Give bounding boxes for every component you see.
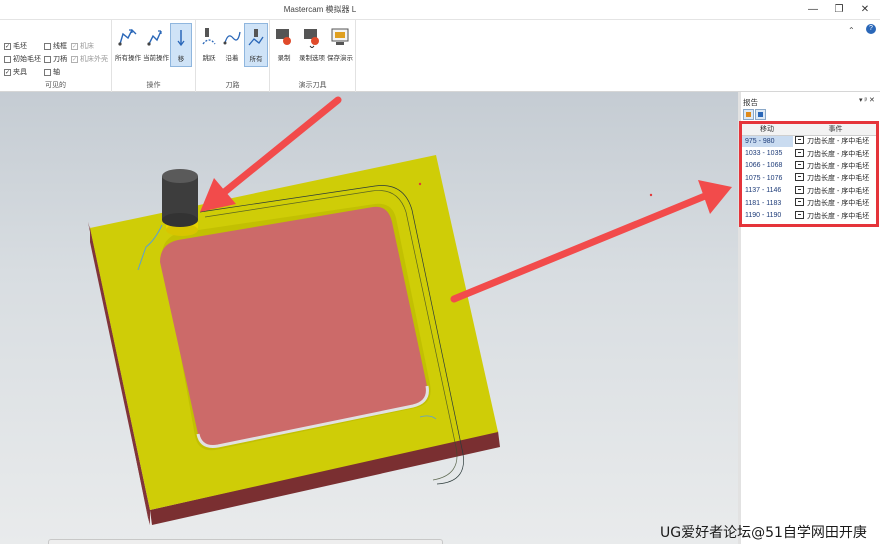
group-label-operations: 操作 (146, 82, 161, 89)
record-options-button[interactable]: 录制选项 (298, 23, 326, 67)
checkbox-stock[interactable]: ✓ 毛坯 (4, 41, 27, 51)
ribbon-group-toolpath: 跳跃 沿着 所有 刀路 (196, 20, 270, 92)
event-icon (795, 148, 804, 157)
record-button[interactable]: 录制 (270, 23, 298, 67)
table-row[interactable]: 1075 - 1076 刀齿长度 - 序中毛坯 (741, 172, 878, 184)
table-row[interactable]: 975 - 980 刀齿长度 - 序中毛坯 (741, 135, 878, 148)
simulation-viewport[interactable] (0, 92, 738, 544)
all-toolpath-button[interactable]: 所有 (244, 23, 268, 67)
report-title: 报告 (743, 98, 758, 107)
group-label-visible: 可见的 (45, 82, 66, 89)
along-icon (223, 31, 241, 45)
ribbon-group-demo: 录制 录制选项 保存演示 演示刀具 (270, 20, 356, 92)
tool-holder-bottom (162, 213, 198, 227)
checkbox-machine: ✓ 机床 (71, 42, 94, 50)
all-toolpath-icon (248, 29, 264, 46)
tool-holder-top (162, 169, 198, 183)
group-label-toolpath: 刀路 (225, 82, 240, 89)
checkbox-fixture[interactable]: ✓ 夹具 (4, 67, 27, 77)
event-icon (795, 185, 804, 194)
jump-button[interactable]: 跳跃 (197, 23, 221, 67)
current-operation-icon (147, 30, 162, 46)
current-operation-button[interactable]: 当前操作 (142, 23, 170, 67)
save-report-icon[interactable] (755, 109, 766, 120)
event-cell: 刀齿长度 - 序中毛坯 (807, 162, 870, 170)
maximize-button[interactable]: ❐ (826, 2, 852, 18)
move-button[interactable]: 移 (170, 23, 192, 67)
event-cell: 刀齿长度 - 序中毛坯 (807, 175, 870, 183)
jump-icon (202, 28, 216, 45)
record-icon (276, 29, 291, 45)
check-icon: ✓ (71, 42, 78, 50)
checkbox-axes[interactable]: 轴 (44, 67, 60, 77)
moves-cell: 1075 - 1076 (745, 174, 783, 182)
event-icon (795, 136, 804, 145)
table-row[interactable]: 1066 - 1068 刀齿长度 - 序中毛坯 (741, 160, 878, 172)
save-demo-icon (331, 28, 349, 45)
event-cell: 刀齿长度 - 序中毛坯 (807, 212, 870, 220)
save-demo-button[interactable]: 保存演示 (326, 23, 354, 67)
table-row[interactable]: 1137 - 1146 刀齿长度 - 序中毛坯 (741, 185, 878, 197)
column-header-event[interactable]: 事件 (793, 123, 878, 136)
minimize-button[interactable]: — (800, 2, 826, 18)
check-icon: ✓ (71, 55, 78, 63)
event-cell: 刀齿长度 - 序中毛坯 (807, 200, 870, 208)
event-icon (795, 198, 804, 207)
event-cell: 刀齿长度 - 序中毛坯 (807, 138, 870, 146)
event-icon (795, 160, 804, 169)
along-button[interactable]: 沿着 (221, 23, 243, 67)
moves-cell: 1190 - 1190 (745, 212, 782, 220)
close-button[interactable]: ✕ (852, 2, 878, 18)
check-icon: ✓ (4, 68, 11, 76)
report-panel: 报告 ▾ ᵖ ✕ 移动 事件 975 - 980 刀齿长度 - 序中毛坯 1033… (741, 92, 880, 544)
marker-point-a (418, 182, 422, 186)
checkbox-holder[interactable]: 刀柄 (44, 54, 67, 64)
help-icon[interactable]: ? (866, 24, 876, 34)
title-bar: Mastercam 模拟器 L — ❐ ✕ (0, 0, 880, 20)
moves-cell: 1066 - 1068 (745, 162, 783, 170)
ribbon-group-visible: ✓ 毛坯 线框 ✓ 机床 初始毛坯 刀柄 ✓ 机床外壳 ✓ 夹具 轴 可见的 (0, 20, 112, 92)
move-icon (177, 30, 185, 47)
checkbox-initial-stock[interactable]: 初始毛坯 (4, 54, 41, 64)
event-cell: 刀齿长度 - 序中毛坯 (807, 187, 870, 195)
ribbon: ⌃ ? ✓ 毛坯 线框 ✓ 机床 初始毛坯 刀柄 ✓ 机床外壳 ✓ 夹具 轴 可见的 所… (0, 20, 880, 92)
checkbox-machine-housing: ✓ 机床外壳 (71, 55, 108, 63)
record-options-icon (304, 29, 319, 48)
group-label-demo: 演示刀具 (298, 82, 327, 89)
scene-canvas (88, 96, 732, 525)
filter-icon[interactable] (743, 109, 754, 120)
all-operations-button[interactable]: 所有操作 (114, 23, 142, 67)
table-row[interactable]: 1181 - 1183 刀齿长度 - 序中毛坯 (741, 197, 878, 209)
window-title: Mastercam 模拟器 L (283, 5, 357, 14)
moves-cell: 1181 - 1183 (745, 199, 782, 207)
annotation-arrow-report (450, 180, 732, 303)
watermark-text: UG爱好者论坛@51自学网田开庚 (660, 525, 867, 541)
column-header-moves[interactable]: 移动 (741, 123, 793, 136)
ribbon-collapse-icon[interactable]: ⌃ (848, 26, 855, 35)
check-icon: ✓ (4, 42, 11, 50)
moves-cell: 1137 - 1146 (745, 187, 782, 195)
moves-cell: 975 - 980 (741, 135, 793, 148)
ribbon-group-operations: 所有操作 当前操作 移 操作 (112, 20, 196, 92)
marker-point-b (649, 193, 653, 197)
table-row[interactable]: 1033 - 1035 刀齿长度 - 序中毛坯 (741, 147, 878, 159)
checkbox-wireframe[interactable]: 线框 (44, 41, 67, 51)
event-icon (795, 210, 804, 219)
event-icon (795, 173, 804, 182)
event-cell: 刀齿长度 - 序中毛坯 (807, 150, 870, 158)
viewport-scrollbar[interactable] (48, 539, 443, 544)
all-operations-icon (118, 28, 137, 46)
moves-cell: 1033 - 1035 (745, 150, 783, 158)
table-row[interactable]: 1190 - 1190 刀齿长度 - 序中毛坯 (741, 209, 878, 221)
panel-controls[interactable]: ▾ ᵖ ✕ (859, 96, 875, 104)
report-table: 移动 事件 975 - 980 刀齿长度 - 序中毛坯 1033 - 1035 刀齿… (741, 123, 878, 222)
